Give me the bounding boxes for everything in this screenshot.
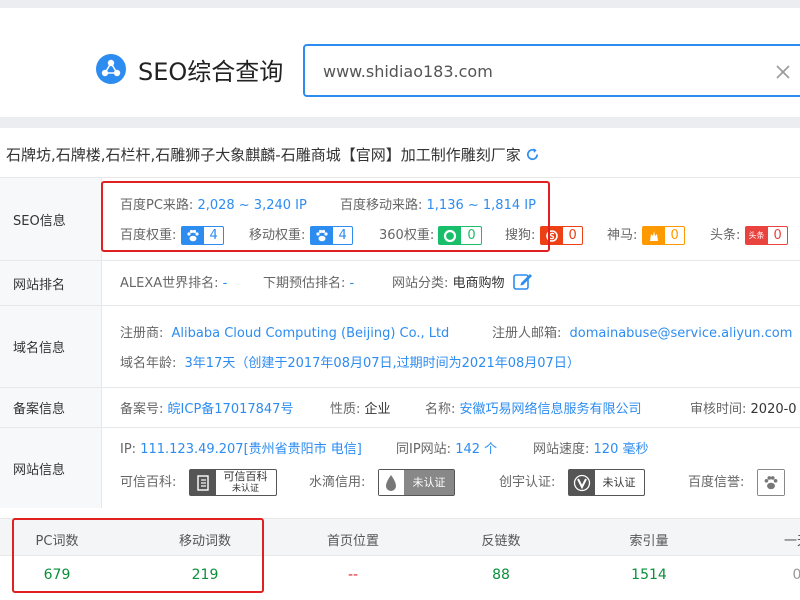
registrar-value[interactable]: Alibaba Cloud Computing (Beijing) Co., L… (172, 326, 450, 341)
edit-icon[interactable] (512, 272, 533, 290)
icp-review-time: 审核时间: 2020-0 (690, 398, 797, 417)
baidu-xinyu-badge[interactable] (756, 469, 785, 496)
shenma-badge[interactable]: 0 (641, 226, 685, 245)
chuangyu-badge[interactable]: 未认证 (567, 469, 645, 496)
stats-value-one-day: 0 (792, 567, 800, 583)
icp-nature-value: 企业 (364, 402, 391, 417)
age-value: 3年17天（创建于2017年08月07日,过期时间为2021年08月07日） (184, 356, 580, 371)
row-label-ranking: 网站排名 (0, 261, 102, 305)
shenma-value: 0 (670, 228, 679, 243)
site-title: 石牌坊,石牌楼,石栏杆,石雕狮子大象麒麟-石雕商城【官网】加工制作雕刻厂家 (6, 144, 540, 165)
shuidi-credit: 水滴信用: 未认证 (309, 469, 455, 496)
stats-header-one-day: 一天 (783, 534, 800, 549)
icp-number: 备案号: 皖ICP备17017847号 (120, 398, 293, 417)
shenma-weight: 神马: 0 (607, 224, 685, 245)
shenma-logo-icon (642, 227, 665, 244)
row-label-domain: 域名信息 (0, 306, 102, 387)
chuangyu-shield-icon (568, 470, 595, 495)
close-icon[interactable] (771, 60, 795, 84)
icp-nature: 性质: 企业 (330, 398, 391, 417)
same-ip-sites: 同IP网站: 142 个 (396, 438, 497, 457)
shenma-label: 神马: (607, 228, 638, 243)
water-drop-icon (378, 470, 405, 495)
row-label-seo: SEO信息 (0, 178, 102, 260)
speed-value: 120 毫秒 (593, 442, 649, 457)
row-label-icp: 备案信息 (0, 388, 102, 427)
chuangyu-label: 创宇认证: (499, 475, 556, 490)
category-label: 网站分类: (392, 276, 449, 291)
forecast-rank: 下期预估排名: - (263, 272, 354, 291)
baidu-reputation: 百度信誉: (688, 469, 785, 496)
seo-logo-icon (96, 54, 126, 84)
baike-badge-line2: 未认证 (232, 483, 260, 494)
baidu-paw-icon (757, 470, 784, 495)
same-ip-label: 同IP网站: (396, 442, 452, 457)
speed-label: 网站速度: (533, 442, 590, 457)
trusted-baike: 可信百科: 可信百科 未认证 (120, 469, 277, 496)
page-title: SEO综合查询 (138, 58, 284, 86)
alexa-rank: ALEXA世界排名: - (120, 272, 227, 291)
stats-value-backlinks[interactable]: 88 (441, 567, 561, 583)
baike-badge[interactable]: 可信百科 未认证 (188, 469, 277, 496)
search-input[interactable] (323, 59, 743, 83)
email-value[interactable]: domainabuse@service.aliyun.com (570, 326, 793, 341)
site-speed: 网站速度: 120 毫秒 (533, 438, 648, 457)
icp-number-label: 备案号: (120, 402, 164, 417)
ip-info: IP: 111.123.49.207[贵州省贵阳市 电信] (120, 438, 362, 457)
icp-review-value: 2020-0 (750, 402, 797, 417)
icp-number-value[interactable]: 皖ICP备17017847号 (168, 402, 294, 417)
icp-name-value[interactable]: 安徽巧易网络信息服务有限公司 (460, 402, 642, 417)
row-label-site-info: 网站信息 (0, 428, 102, 508)
baike-book-icon (189, 470, 216, 495)
registrant-email: 注册人邮箱: domainabuse@service.aliyun.com (492, 322, 792, 341)
sogou-value: 0 (568, 228, 577, 243)
alexa-value[interactable]: - (223, 276, 228, 291)
stats-header-index: 索引量 (629, 534, 669, 549)
baike-badge-line1: 可信百科 (223, 469, 268, 483)
icp-review-label: 审核时间: (690, 402, 747, 417)
domain-row: 域名信息 (0, 305, 800, 387)
search-box[interactable] (303, 44, 800, 97)
stats-value-index[interactable]: 1514 (589, 567, 709, 583)
site-category: 网站分类: 电商购物 (392, 272, 533, 291)
age-label: 域名年龄: (120, 356, 177, 371)
forecast-label: 下期预估排名: (263, 276, 346, 291)
refresh-icon[interactable] (525, 147, 540, 162)
toutiao-label: 头条: (710, 228, 741, 243)
registrar: 注册商: Alibaba Cloud Computing (Beijing) C… (120, 322, 449, 341)
alexa-label: ALEXA世界排名: (120, 276, 219, 291)
stats-header-backlinks: 反链数 (481, 534, 521, 549)
registrar-label: 注册商: (120, 326, 164, 341)
chuangyu-badge-text: 未认证 (602, 476, 636, 489)
ip-label: IP: (120, 442, 137, 457)
forecast-value: - (349, 276, 355, 291)
shuidi-badge-text: 未认证 (404, 470, 454, 495)
icp-name-label: 名称: (425, 402, 456, 417)
shuidi-badge[interactable]: 未认证 (377, 469, 455, 496)
toutiao-value: 0 (773, 228, 782, 243)
words-highlight-box (12, 518, 264, 593)
stats-value-home-position: -- (347, 567, 359, 583)
chuangyu-cert: 创宇认证: 未认证 (499, 469, 645, 496)
site-title-text: 石牌坊,石牌楼,石栏杆,石雕狮子大象麒麟-石雕商城【官网】加工制作雕刻厂家 (6, 146, 521, 164)
baike-badge-text: 可信百科 未认证 (216, 471, 276, 495)
toutiao-logo-icon: 头条 (745, 227, 768, 244)
baidu-xinyu-label: 百度信誉: (688, 475, 745, 490)
header: SEO综合查询 (0, 8, 800, 117)
seo-highlight-box (101, 181, 550, 252)
category-value: 电商购物 (452, 276, 505, 291)
email-label: 注册人邮箱: (492, 326, 562, 341)
icp-nature-label: 性质: (330, 402, 361, 417)
toutiao-weight: 头条: 头条 0 (710, 224, 788, 245)
domain-age: 域名年龄: 3年17天（创建于2017年08月07日,过期时间为2021年08月… (120, 352, 580, 371)
toutiao-badge[interactable]: 头条 0 (744, 226, 788, 245)
ip-value[interactable]: 111.123.49.207[贵州省贵阳市 电信] (140, 442, 362, 457)
icp-name: 名称: 安徽巧易网络信息服务有限公司 (425, 398, 642, 417)
stats-header-home-position: 首页位置 (326, 534, 379, 549)
shuidi-label: 水滴信用: (309, 475, 366, 490)
same-ip-value[interactable]: 142 个 (455, 442, 497, 457)
baike-label: 可信百科: (120, 475, 177, 490)
